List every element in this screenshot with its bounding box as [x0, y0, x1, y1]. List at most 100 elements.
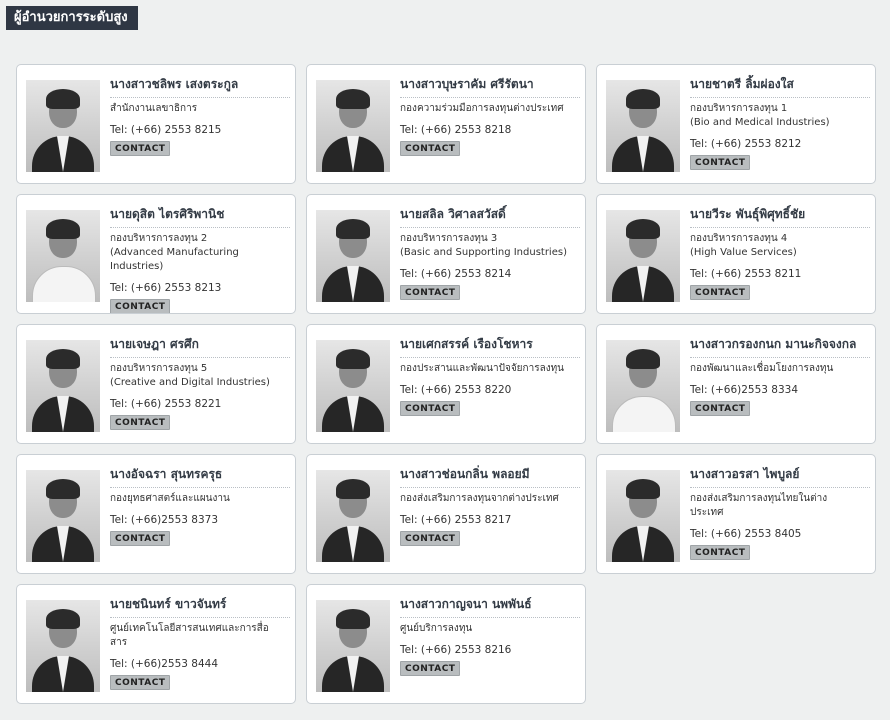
photo-hair	[336, 479, 370, 499]
photo-hair	[626, 349, 660, 369]
contact-button[interactable]: CONTACT	[110, 675, 171, 690]
executive-grid: นางสาวชลิพร เสงตระกูลสำนักงานเลขาธิการ Te…	[16, 64, 876, 704]
tel-prefix: Tel:	[400, 514, 421, 526]
person-tel: Tel: (+66) 2553 8218	[400, 124, 580, 136]
contact-button[interactable]: CONTACT	[400, 141, 461, 156]
contact-button[interactable]: CONTACT	[400, 531, 461, 546]
person-name: นางสาวกรองกนก มานะกิจจงกล	[690, 335, 870, 358]
contact-button[interactable]: CONTACT	[110, 141, 171, 156]
department-line: (Advanced Manufacturing Industries)	[110, 247, 239, 272]
person-card: นายเจษฎา ศรศึกกองบริหารการลงทุน 5 (Creati…	[16, 324, 296, 444]
person-department: กองบริหารการลงทุน 3 (Basic and Supporting…	[400, 232, 580, 260]
department-line: ศูนย์เทคโนโลยีสารสนเทศและการสื่อ	[110, 623, 269, 634]
person-department: กองยุทธศาสตร์และแผนงาน	[110, 492, 290, 506]
person-department: สำนักงานเลขาธิการ	[110, 102, 290, 116]
person-info: นายดุสิต ไตรศิริพานิช กองบริหารการลงทุน 2…	[110, 205, 290, 313]
person-tel: Tel: (+66) 2553 8214	[400, 268, 580, 280]
person-name: นางสาวอรสา ไพบูลย์	[690, 465, 870, 488]
contact-button[interactable]: CONTACT	[110, 531, 171, 546]
contact-button[interactable]: CONTACT	[690, 285, 751, 300]
person-name: นางอัจฉรา สุนทรครุธ	[110, 465, 290, 488]
contact-button[interactable]: CONTACT	[400, 285, 461, 300]
contact-button[interactable]: CONTACT	[400, 401, 461, 416]
person-info: นางอัจฉรา สุนทรครุธกองยุทธศาสตร์และแผนงา…	[110, 465, 290, 546]
tel-number: (+66) 2553 8218	[420, 124, 512, 136]
person-tel: Tel: (+66) 2553 8215	[110, 124, 290, 136]
tel-prefix: Tel:	[400, 124, 421, 136]
tel-number: (+66)2553 8334	[710, 384, 799, 396]
person-tel: Tel: (+66) 2553 8217	[400, 514, 580, 526]
department-line: กองประสานและพัฒนาปัจจัยการลงทุน	[400, 363, 565, 374]
person-name: นางสาวชลิพร เสงตระกูล	[110, 75, 290, 98]
person-department: กองบริหารการลงทุน 4 (High Value Services)	[690, 232, 870, 260]
person-card: นางสาวกรองกนก มานะกิจจงกลกองพัฒนาและเชื่…	[596, 324, 876, 444]
person-photo	[316, 210, 390, 302]
person-info: นางสาวช่อนกลิ่น พลอยมี กองส่งเสริมการลงทุ…	[400, 465, 580, 546]
person-info: นายชาตรี ลิ้มผ่องใส กองบริหารการลงทุน 1 (B…	[690, 75, 870, 170]
photo-hair	[336, 219, 370, 239]
tel-number: (+66) 2553 8213	[130, 282, 222, 294]
department-line: กองบริหารการลงทุน 2	[110, 233, 208, 244]
department-line: ศูนย์บริการลงทุน	[400, 623, 473, 634]
person-name: นายชนินทร์ ขาวจันทร์	[110, 595, 290, 618]
person-card: นางสาวช่อนกลิ่น พลอยมี กองส่งเสริมการลงทุ…	[306, 454, 586, 574]
person-info: นางสาวบุษราคัม ศรีรัตนา กองความร่วมมือการ…	[400, 75, 580, 156]
department-line: กองส่งเสริมการลงทุนจากต่างประเทศ	[400, 493, 559, 504]
person-card: นายวีระ พันธุ์พิศุทธิ์ชัยกองบริหารการลงท…	[596, 194, 876, 314]
person-photo	[26, 340, 100, 432]
tel-prefix: Tel:	[110, 282, 131, 294]
contact-button[interactable]: CONTACT	[690, 155, 751, 170]
contact-button[interactable]: CONTACT	[690, 545, 751, 560]
tel-prefix: Tel:	[110, 658, 131, 670]
contact-button[interactable]: CONTACT	[690, 401, 751, 416]
person-photo	[316, 600, 390, 692]
department-line: กองยุทธศาสตร์และแผนงาน	[110, 493, 230, 504]
tel-number: (+66) 2553 8221	[130, 398, 222, 410]
photo-hair	[46, 349, 80, 369]
photo-hair	[46, 89, 80, 109]
person-name: นายวีระ พันธุ์พิศุทธิ์ชัย	[690, 205, 870, 228]
person-photo	[606, 80, 680, 172]
person-info: นางสาวชลิพร เสงตระกูลสำนักงานเลขาธิการ Te…	[110, 75, 290, 156]
person-card: นายชนินทร์ ขาวจันทร์ศูนย์เทคโนโลยีสารสนเ…	[16, 584, 296, 704]
person-photo	[26, 470, 100, 562]
tel-prefix: Tel:	[690, 528, 711, 540]
person-info: นายชนินทร์ ขาวจันทร์ศูนย์เทคโนโลยีสารสนเ…	[110, 595, 290, 690]
tel-prefix: Tel:	[110, 398, 131, 410]
department-line: (Creative and Digital Industries)	[110, 377, 270, 388]
contact-button[interactable]: CONTACT	[400, 661, 461, 676]
person-card: นายดุสิต ไตรศิริพานิช กองบริหารการลงทุน 2…	[16, 194, 296, 314]
person-info: นายสลิล วิศาลสวัสดิ์ กองบริหารการลงทุน 3 (…	[400, 205, 580, 300]
photo-hair	[626, 219, 660, 239]
department-line: กองบริหารการลงทุน 4	[690, 233, 788, 244]
person-department: กองพัฒนาและเชื่อมโยงการลงทุน	[690, 362, 870, 376]
person-tel: Tel: (+66) 2553 8216	[400, 644, 580, 656]
photo-hair	[626, 479, 660, 499]
department-line: กองความร่วมมือการลงทุนต่างประเทศ	[400, 103, 564, 114]
person-tel: Tel: (+66)2553 8334	[690, 384, 870, 396]
person-tel: Tel: (+66) 2553 8405	[690, 528, 870, 540]
tel-number: (+66) 2553 8220	[420, 384, 512, 396]
person-name: นายเศกสรรค์ เรืองโชหาร	[400, 335, 580, 358]
department-line: กองบริหารการลงทุน 1	[690, 103, 788, 114]
person-department: กองบริหารการลงทุน 5 (Creative and Digital…	[110, 362, 290, 390]
department-line: ประเทศ	[690, 507, 724, 518]
person-photo	[26, 210, 100, 302]
tel-number: (+66) 2553 8211	[710, 268, 802, 280]
department-line: (Basic and Supporting Industries)	[400, 247, 567, 258]
contact-button[interactable]: CONTACT	[110, 299, 171, 313]
person-department: กองบริหารการลงทุน 2 (Advanced Manufacturi…	[110, 232, 290, 274]
person-photo	[606, 340, 680, 432]
person-name: นายเจษฎา ศรศึก	[110, 335, 290, 358]
contact-button[interactable]: CONTACT	[110, 415, 171, 430]
department-line: กองบริหารการลงทุน 3	[400, 233, 498, 244]
person-tel: Tel: (+66) 2553 8213	[110, 282, 290, 294]
person-photo	[606, 470, 680, 562]
photo-body	[32, 266, 96, 302]
person-photo	[26, 600, 100, 692]
person-tel: Tel: (+66) 2553 8212	[690, 138, 870, 150]
person-info: นายวีระ พันธุ์พิศุทธิ์ชัยกองบริหารการลงท…	[690, 205, 870, 300]
person-card: นางสาวชลิพร เสงตระกูลสำนักงานเลขาธิการ Te…	[16, 64, 296, 184]
photo-hair	[46, 219, 80, 239]
page-title: ผู้อำนวยการระดับสูง	[6, 6, 138, 30]
